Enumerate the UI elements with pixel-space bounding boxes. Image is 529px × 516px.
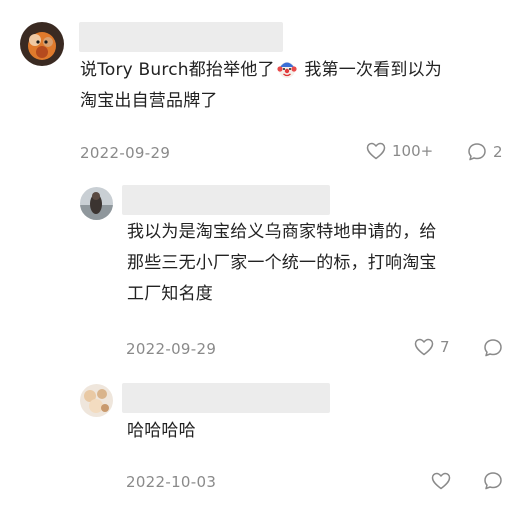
reply-text-line: 那些三无小厂家一个统一的标，打响淘宝 bbox=[127, 253, 437, 273]
reply-item: 哈哈哈哈 2022-10-03 bbox=[0, 370, 529, 516]
reply-text: 我以为是淘宝给义乌商家特地申请的，给 那些三无小厂家一个统一的标，打响淘宝 工厂… bbox=[127, 217, 517, 310]
comment-bubble-icon bbox=[484, 472, 502, 490]
comment-item: 说Tory Burch都抬举他了 我第一次看到以为 淘宝出自营品牌了 2022-… bbox=[0, 0, 529, 170]
reply-text: 哈哈哈哈 bbox=[127, 416, 517, 447]
comment-bubble-icon bbox=[468, 143, 486, 161]
avatar[interactable] bbox=[80, 187, 113, 220]
avatar[interactable] bbox=[20, 22, 64, 66]
reply-button[interactable] bbox=[483, 338, 503, 358]
avatar[interactable] bbox=[80, 384, 113, 417]
like-button[interactable] bbox=[431, 472, 451, 490]
like-button[interactable]: 100+ bbox=[366, 142, 433, 160]
heart-icon bbox=[366, 142, 386, 160]
comment-text-part: 我第一次看到以为 bbox=[298, 60, 442, 80]
username-redacted bbox=[122, 185, 330, 215]
comment-text-part: 说Tory Burch都抬举他了 bbox=[80, 60, 275, 80]
comment-text: 说Tory Burch都抬举他了 我第一次看到以为 淘宝出自营品牌了 bbox=[80, 55, 520, 117]
reply-item: 我以为是淘宝给义乌商家特地申请的，给 那些三无小厂家一个统一的标，打响淘宝 工厂… bbox=[0, 170, 529, 370]
like-count: 100+ bbox=[392, 142, 434, 160]
comment-text-line: 淘宝出自营品牌了 bbox=[80, 91, 218, 111]
heart-icon bbox=[414, 338, 434, 356]
reply-text-line: 我以为是淘宝给义乌商家特地申请的，给 bbox=[127, 222, 437, 242]
username-redacted bbox=[122, 383, 330, 413]
reply-date: 2022-10-03 bbox=[126, 473, 217, 491]
reply-count: 2 bbox=[493, 143, 503, 161]
reply-date: 2022-09-29 bbox=[126, 340, 217, 358]
reply-text-line: 工厂知名度 bbox=[127, 284, 213, 304]
like-button[interactable]: 7 bbox=[414, 338, 450, 356]
username-redacted bbox=[79, 22, 283, 52]
clown-face-emoji-icon bbox=[277, 62, 297, 78]
heart-icon bbox=[431, 472, 451, 490]
reply-button[interactable] bbox=[483, 471, 503, 491]
reply-text-line: 哈哈哈哈 bbox=[127, 421, 196, 441]
comment-date: 2022-09-29 bbox=[80, 144, 171, 162]
reply-button[interactable]: 2 bbox=[467, 142, 503, 162]
like-count: 7 bbox=[440, 338, 450, 356]
comment-bubble-icon bbox=[484, 339, 502, 357]
